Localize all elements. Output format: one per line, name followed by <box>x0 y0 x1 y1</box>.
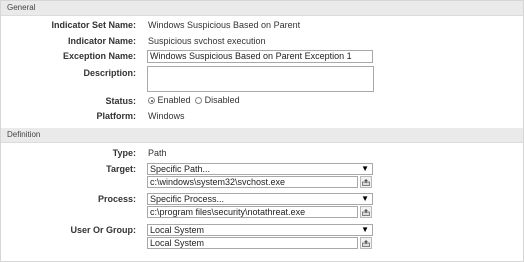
dropdown-arrow-icon: ▼ <box>361 194 369 203</box>
user-or-group-select[interactable]: Local System ▼ <box>147 224 373 236</box>
indicator-set-name-value: Windows Suspicious Based on Parent <box>148 20 301 30</box>
platform-value: Windows <box>148 111 185 121</box>
type-value: Path <box>148 148 167 158</box>
user-or-group-select-value: Local System <box>150 225 205 235</box>
process-browse-button[interactable] <box>360 206 372 218</box>
indicator-name-label: Indicator Name: <box>67 36 136 46</box>
general-section-header: General <box>1 1 523 16</box>
indicator-name-value: Suspicious svchost execution <box>148 36 266 46</box>
target-label: Target: <box>106 164 136 174</box>
process-label: Process: <box>97 194 136 204</box>
process-select-value: Specific Process... <box>150 194 225 204</box>
process-select[interactable]: Specific Process... ▼ <box>147 193 373 205</box>
status-label: Status: <box>105 96 136 106</box>
type-label: Type: <box>112 148 136 158</box>
browse-icon <box>362 209 370 216</box>
indicator-set-name-label: Indicator Set Name: <box>51 20 136 30</box>
description-label: Description: <box>83 68 136 78</box>
exception-name-label: Exception Name: <box>62 51 136 61</box>
description-textarea[interactable] <box>147 66 374 92</box>
browse-icon <box>362 179 370 186</box>
platform-label: Platform: <box>96 111 136 121</box>
user-or-group-browse-button[interactable] <box>360 237 372 249</box>
definition-section-header: Definition <box>1 128 523 143</box>
browse-icon <box>362 240 370 247</box>
target-select[interactable]: Specific Path... ▼ <box>147 163 373 175</box>
target-path-input[interactable]: c:\windows\system32\svchost.exe <box>147 176 358 188</box>
target-select-value: Specific Path... <box>150 164 211 174</box>
general-section-title: General <box>7 3 36 12</box>
process-path-input[interactable]: c:\program files\security\notathreat.exe <box>147 206 358 218</box>
target-browse-button[interactable] <box>360 176 372 188</box>
dropdown-arrow-icon: ▼ <box>361 225 369 234</box>
exception-name-input[interactable]: Windows Suspicious Based on Parent Excep… <box>147 50 373 63</box>
status-enabled-label[interactable]: Enabled <box>158 95 191 105</box>
user-or-group-input[interactable]: Local System <box>147 237 358 249</box>
status-enabled-radio[interactable] <box>148 97 155 104</box>
user-or-group-label: User Or Group: <box>70 225 136 235</box>
dropdown-arrow-icon: ▼ <box>361 164 369 173</box>
status-disabled-radio[interactable] <box>195 97 203 104</box>
status-disabled-label[interactable]: Disabled <box>205 95 240 105</box>
definition-section-title: Definition <box>7 130 41 139</box>
status-radio-group: Enabled Disabled <box>148 95 242 107</box>
